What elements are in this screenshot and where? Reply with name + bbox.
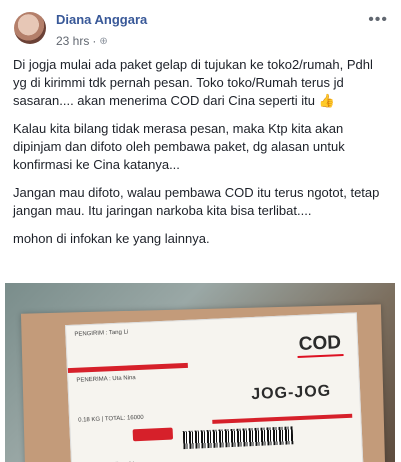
post-paragraph: Di jogja mulai ada paket gelap di tujuka… [13,57,373,108]
globe-icon: ⊕ [99,35,108,47]
package-box: PENGIRIM : Tang Li PENERIMA : Uta Nina 0… [20,304,386,462]
post-photo[interactable]: PENGIRIM : Tang Li PENERIMA : Uta Nina 0… [5,283,395,462]
more-options-button[interactable]: ••• [368,11,388,29]
label-stripe [212,413,353,424]
post-timestamp[interactable]: 23 hrs [56,34,89,48]
post-paragraph: Kalau kita bilang tidak merasa pesan, ma… [13,121,345,172]
post-paragraph: Jangan mau difoto, walau pembawa COD itu… [13,185,380,218]
post-meta: 23 hrs · ⊕ [56,34,108,48]
label-text: 0.18 KG | TOTAL: 16000 [78,414,144,424]
barcode [182,426,294,450]
facebook-post: Diana Anggara 23 hrs · ⊕ ••• Di jogja mu… [0,0,401,462]
label-text: PENERIMA : Uta Nina [76,375,136,384]
label-stripe [67,362,188,374]
post-text: Di jogja mulai ada paket gelap di tujuka… [13,56,389,258]
label-cod: COD [296,332,344,359]
author-name[interactable]: Diana Anggara [56,12,147,27]
post-paragraph: mohon di infokan ke yang lainnya. [13,231,210,246]
avatar[interactable] [14,12,46,44]
courier-stamp [132,427,174,442]
label-text: PENGIRIM : Tang Li [74,329,129,338]
label-destination: JOG-JOG [250,382,332,404]
shipping-label: PENGIRIM : Tang Li PENERIMA : Uta Nina 0… [64,312,364,462]
